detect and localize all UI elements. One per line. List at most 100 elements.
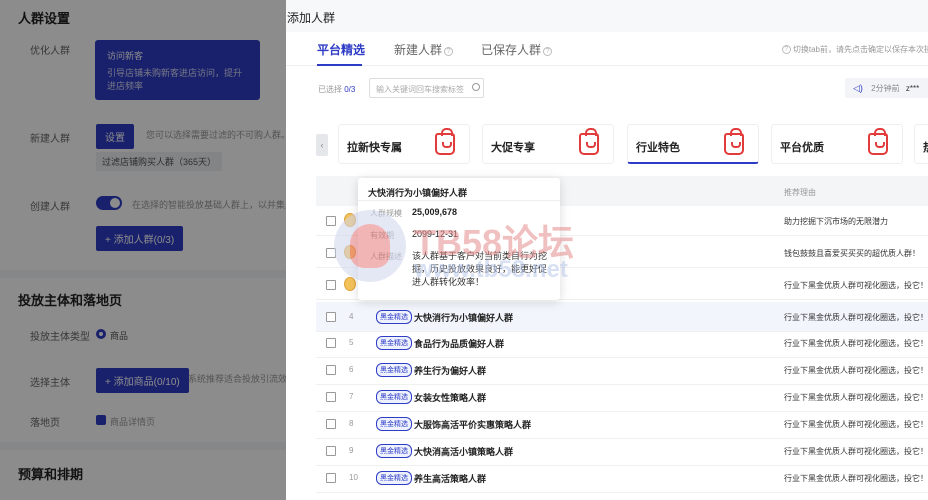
help-icon[interactable]: ? <box>543 47 553 56</box>
shopping-bag-icon <box>435 128 455 155</box>
table-row[interactable]: 9 黑金精选 大快消高活小镇策略人群 行业下黑金优质人群可视化圈选，投它！ <box>316 436 928 466</box>
search-input[interactable]: 输入关键词回车搜索标签 <box>369 78 484 98</box>
row-badge: 黑金精选 <box>376 390 412 404</box>
row-reason: 行业下黑金优质人群可视化圈选，投它！ <box>784 447 928 456</box>
tab-saved-crowd[interactable]: 已保存人群? <box>481 41 553 58</box>
row-checkbox[interactable] <box>326 365 336 375</box>
row-badge: 黑金精选 <box>376 417 412 431</box>
size-value: 25,009,678 <box>412 207 458 217</box>
row-reason: 钱包鼓鼓且喜爱买买买的超优质人群！ <box>784 249 920 258</box>
active-tab-indicator <box>317 64 362 66</box>
row-index: 6 <box>349 365 354 374</box>
row-checkbox[interactable] <box>326 392 336 402</box>
row-index: 5 <box>349 338 354 347</box>
row-reason: 助力挖掘下沉市场的无限潜力 <box>784 217 888 226</box>
row-index: 10 <box>349 473 358 482</box>
selected-label: 已选择 <box>318 85 342 94</box>
table-row[interactable]: 5 黑金精选 食品行为品质偏好人群 行业下黑金优质人群可视化圈选，投它！ <box>316 328 928 358</box>
row-checkbox[interactable] <box>326 446 336 456</box>
column-header-reason: 推荐理由 <box>784 188 816 197</box>
row-checkbox[interactable] <box>326 312 336 322</box>
category-carousel: ‹ 拉新快专属 大促专享 行业特色 平台优质 热 <box>316 124 928 168</box>
category-card-active[interactable]: 行业特色 <box>627 124 759 164</box>
desc-value: 该人群基于客户对当前类目行为挖掘，历史投放效果良好，能更好促进人群转化效率！ <box>412 251 548 287</box>
popover-title: 大快消行为小镇偏好人群 <box>368 188 468 198</box>
shopping-bag-icon <box>868 128 888 155</box>
search-placeholder: 输入关键词回车搜索标签 <box>376 85 464 94</box>
category-name: 行业特色 <box>636 142 680 154</box>
category-card[interactable]: 拉新快专属 <box>338 124 470 164</box>
notice-bar: ◁) 2分钟前 z*** <box>845 78 928 98</box>
medal-icon <box>344 245 356 259</box>
row-reason: 行业下黑金优质人群可视化圈选，投它！ <box>784 313 928 322</box>
row-reason: 行业下黑金优质人群可视化圈选，投它！ <box>784 474 928 483</box>
row-name[interactable]: 养生高活策略人群 <box>414 472 486 485</box>
category-name: 平台优质 <box>780 142 824 154</box>
row-name[interactable]: 食品行为品质偏好人群 <box>414 337 504 350</box>
row-reason: 行业下黑金优质人群可视化圈选，投它！ <box>784 393 928 402</box>
shopping-bag-icon <box>579 128 599 155</box>
tabs-hint-text: 切换tab前，请先点击确定以保存本次操作 <box>792 45 928 54</box>
category-name: 拉新快专属 <box>347 142 402 154</box>
table-row[interactable]: 6 黑金精选 养生行为偏好人群 行业下黑金优质人群可视化圈选，投它！ <box>316 355 928 385</box>
row-badge: 黑金精选 <box>376 471 412 485</box>
row-badge: 黑金精选 <box>376 310 412 324</box>
crowd-tabs: 平台精选 新建人群? 已保存人群? ? 切换tab前，请先点击确定以保存本次操作 <box>286 32 928 66</box>
row-name[interactable]: 大快消高活小镇策略人群 <box>414 445 513 458</box>
drawer-title: 添加人群 <box>287 11 336 25</box>
table-row[interactable]: 10 黑金精选 养生高活策略人群 行业下黑金优质人群可视化圈选，投它！ <box>316 463 928 493</box>
expire-label: 有效期 <box>370 231 394 240</box>
row-checkbox[interactable] <box>326 419 336 429</box>
row-badge: 黑金精选 <box>376 444 412 458</box>
medal-icon <box>344 277 356 291</box>
category-card[interactable]: 热 <box>914 124 928 164</box>
row-reason: 行业下黑金优质人群可视化圈选，投它！ <box>784 366 928 375</box>
size-label: 人群规模 <box>370 209 402 218</box>
tab-label: 已保存人群 <box>481 43 542 57</box>
medal-icon <box>344 213 356 227</box>
table-row[interactable]: 7 黑金精选 女装女性策略人群 行业下黑金优质人群可视化圈选，投它！ <box>316 382 928 412</box>
row-reason: 行业下黑金优质人群可视化圈选，投它！ <box>784 281 928 290</box>
row-name[interactable]: 女装女性策略人群 <box>414 391 486 404</box>
notice-user: z*** <box>905 84 920 93</box>
row-name[interactable]: 大快消行为小镇偏好人群 <box>414 311 513 324</box>
row-badge: 黑金精选 <box>376 336 412 350</box>
category-card[interactable]: 平台优质 <box>771 124 903 164</box>
row-index: 7 <box>349 392 354 401</box>
category-name: 大促专享 <box>491 142 535 154</box>
info-icon: ? <box>781 45 791 54</box>
tab-new-crowd[interactable]: 新建人群? <box>394 41 454 58</box>
row-checkbox[interactable] <box>326 248 336 258</box>
notice-time: 2分钟前 <box>871 84 900 93</box>
chevron-left-icon[interactable]: ‹ <box>316 134 328 156</box>
drawer-header: 添加人群 <box>286 0 928 32</box>
desc-label: 人群描述 <box>370 252 402 261</box>
row-checkbox[interactable] <box>326 338 336 348</box>
tabs-hint: ? 切换tab前，请先点击确定以保存本次操作 <box>780 44 928 55</box>
expire-value: 2099-12-31 <box>412 229 459 239</box>
row-index: 9 <box>349 446 354 455</box>
row-checkbox[interactable] <box>326 216 336 226</box>
tab-platform-picks[interactable]: 平台精选 <box>317 41 365 58</box>
modal-overlay[interactable] <box>0 0 290 500</box>
table-row[interactable]: 8 黑金精选 大服饰高活平价实惠策略人群 行业下黑金优质人群可视化圈选，投它！ <box>316 409 928 439</box>
row-name[interactable]: 大服饰高活平价实惠策略人群 <box>414 418 531 431</box>
tab-label: 新建人群 <box>394 43 443 57</box>
selected-value: 0/3 <box>344 85 356 94</box>
row-reason: 行业下黑金优质人群可视化圈选，投它！ <box>784 420 928 429</box>
category-name: 热 <box>923 139 928 155</box>
crowd-detail-popover: 大快消行为小镇偏好人群 人群规模 25,009,678 有效期 2099-12-… <box>358 178 560 300</box>
row-name[interactable]: 养生行为偏好人群 <box>414 364 486 377</box>
row-badge: 黑金精选 <box>376 363 412 377</box>
shopping-bag-icon <box>724 128 744 155</box>
row-reason: 行业下黑金优质人群可视化圈选，投它！ <box>784 339 928 348</box>
help-icon[interactable]: ? <box>444 47 454 56</box>
category-card[interactable]: 大促专享 <box>482 124 614 164</box>
row-checkbox[interactable] <box>326 280 336 290</box>
row-index: 4 <box>349 312 354 321</box>
selected-count: 已选择 0/3 <box>318 84 355 95</box>
row-index: 8 <box>349 419 354 428</box>
divider <box>358 200 560 201</box>
search-icon[interactable] <box>472 83 480 91</box>
row-checkbox[interactable] <box>326 473 336 483</box>
